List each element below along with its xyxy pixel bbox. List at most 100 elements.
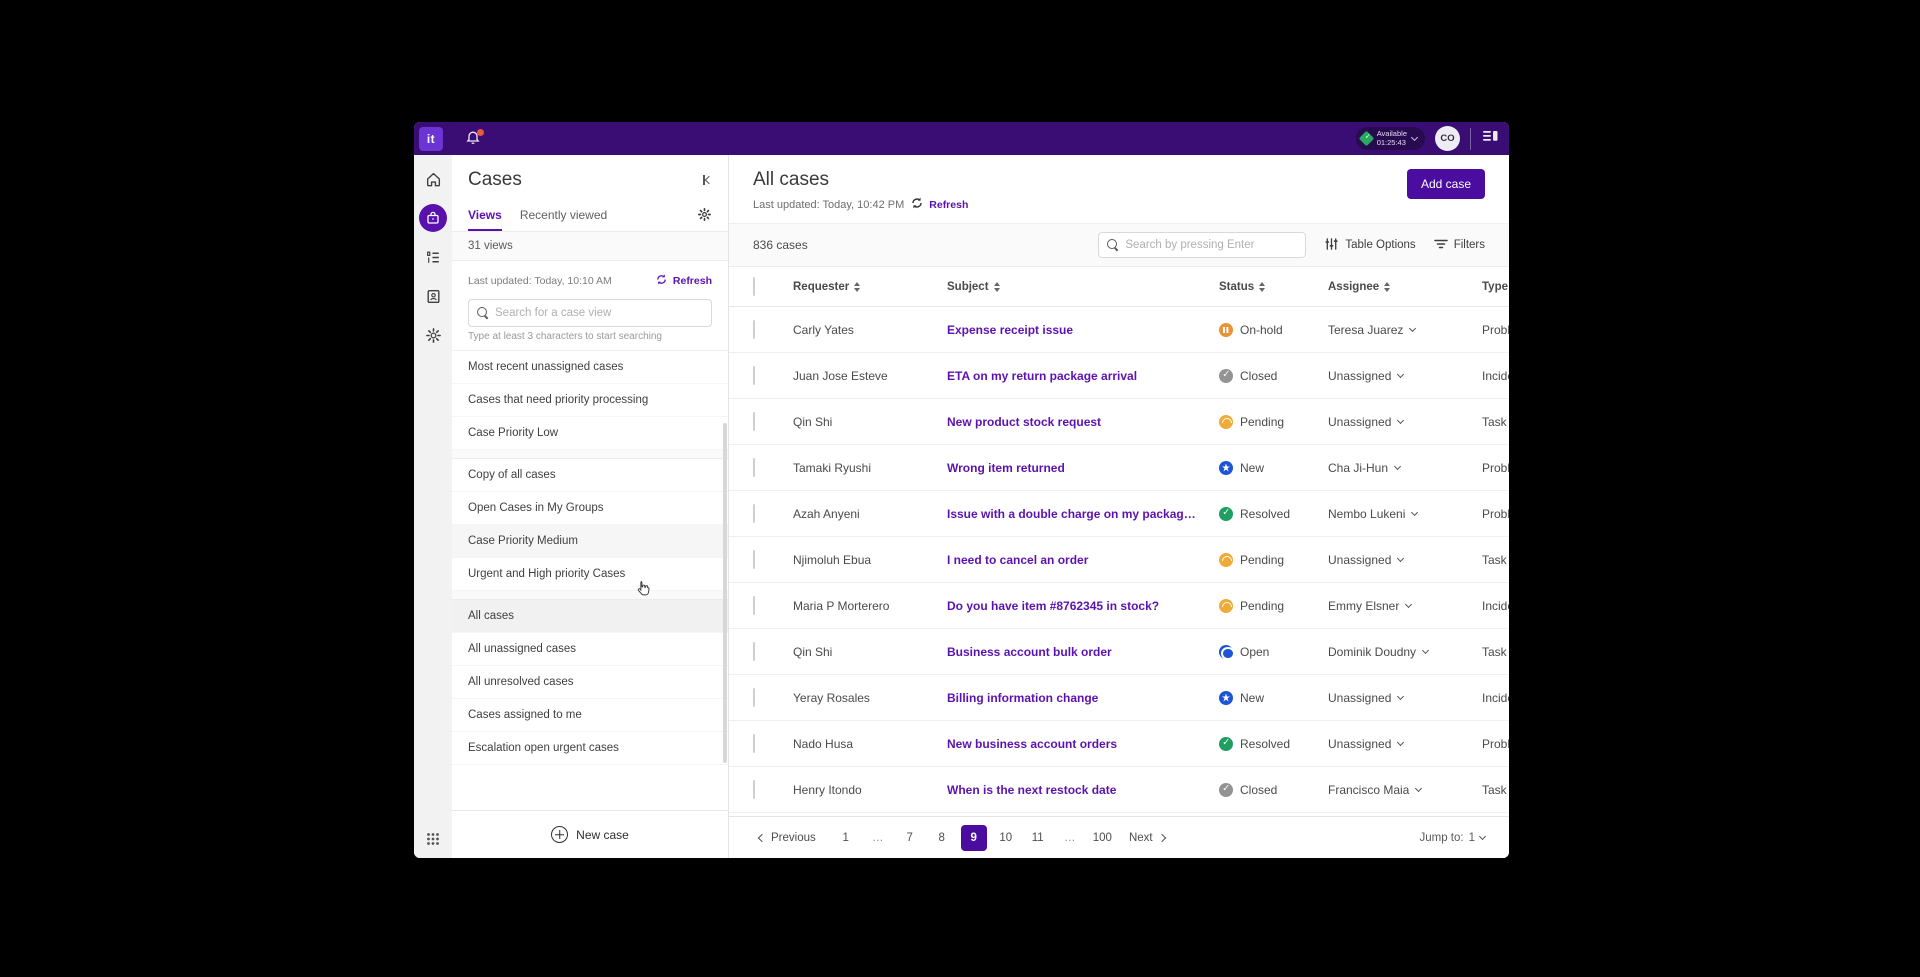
view-item-hovered[interactable]: Case Priority Medium xyxy=(452,525,728,558)
cell-type: Task xyxy=(1482,553,1507,567)
cell-subject-link[interactable]: Wrong item returned xyxy=(947,461,1219,475)
cell-subject-link[interactable]: When is the next restock date xyxy=(947,783,1219,797)
status-icon xyxy=(1219,369,1233,383)
page-button[interactable]: 10 xyxy=(993,825,1019,851)
row-checkbox[interactable] xyxy=(753,596,755,615)
table-options-button[interactable]: Table Options xyxy=(1324,237,1415,254)
views-settings-button[interactable] xyxy=(697,207,712,227)
page-button-active[interactable]: 9 xyxy=(961,825,987,851)
table-row: Qin Shi Business account bulk order Open… xyxy=(729,629,1509,675)
views-scrollbar[interactable] xyxy=(723,423,727,763)
table-header: Requester Subject Status Assignee Type xyxy=(729,267,1509,307)
view-item-selected[interactable]: All cases xyxy=(452,600,728,633)
views-refresh-label: Refresh xyxy=(673,275,712,287)
rail-contacts[interactable] xyxy=(419,282,447,310)
page-button[interactable]: 100 xyxy=(1089,825,1116,851)
page-button[interactable]: 8 xyxy=(929,825,955,851)
view-item[interactable]: Urgent and High priority Cases xyxy=(452,558,728,591)
cell-subject-link[interactable]: I need to cancel an order xyxy=(947,553,1219,567)
cell-assignee-dropdown[interactable]: Unassigned xyxy=(1328,691,1482,705)
apps-grid-button[interactable] xyxy=(426,832,440,846)
cell-subject-link[interactable]: Do you have item #8762345 in stock? xyxy=(947,599,1219,613)
col-header-requester[interactable]: Requester xyxy=(793,281,947,293)
page-button[interactable]: 7 xyxy=(897,825,923,851)
views-list: Most recent unassigned cases Cases that … xyxy=(452,350,728,810)
plus-icon xyxy=(551,826,568,843)
cell-assignee-dropdown[interactable]: Unassigned xyxy=(1328,737,1482,751)
collapse-panel-button[interactable] xyxy=(703,175,712,185)
cell-assignee-dropdown[interactable]: Teresa Juarez xyxy=(1328,323,1482,337)
row-checkbox[interactable] xyxy=(753,734,755,753)
view-item[interactable]: Cases that need priority processing xyxy=(452,384,728,417)
cell-type: Task xyxy=(1482,415,1507,429)
view-item[interactable]: Cases assigned to me xyxy=(452,699,728,732)
row-checkbox[interactable] xyxy=(753,320,755,339)
cell-assignee-dropdown[interactable]: Unassigned xyxy=(1328,369,1482,383)
view-search-input[interactable] xyxy=(495,307,703,319)
row-checkbox[interactable] xyxy=(753,780,755,799)
row-checkbox[interactable] xyxy=(753,412,755,431)
chevron-down-icon xyxy=(1394,462,1401,469)
availability-selector[interactable]: Available 01:25:43 xyxy=(1356,127,1425,150)
sort-icon xyxy=(1384,282,1390,292)
tab-recently-viewed[interactable]: Recently viewed xyxy=(520,208,607,231)
cell-assignee-dropdown[interactable]: Dominik Doudny xyxy=(1328,645,1482,659)
status-icon xyxy=(1219,323,1233,337)
app-logo[interactable]: it xyxy=(419,127,443,151)
avatar[interactable]: CO xyxy=(1435,126,1460,151)
row-checkbox[interactable] xyxy=(753,504,755,523)
filters-button[interactable]: Filters xyxy=(1434,238,1485,253)
view-item[interactable]: Open Cases in My Groups xyxy=(452,492,728,525)
rail-settings[interactable] xyxy=(419,321,447,349)
view-item[interactable]: Escalation open urgent cases xyxy=(452,732,728,765)
cell-assignee-dropdown[interactable]: Unassigned xyxy=(1328,553,1482,567)
cell-assignee-dropdown[interactable]: Emmy Elsner xyxy=(1328,599,1482,613)
cell-assignee-dropdown[interactable]: Francisco Maia xyxy=(1328,783,1482,797)
cell-subject-link[interactable]: Business account bulk order xyxy=(947,645,1219,659)
rail-cases[interactable] xyxy=(419,204,447,232)
view-item[interactable]: All unresolved cases xyxy=(452,666,728,699)
page-button[interactable]: 1 xyxy=(833,825,859,851)
cell-subject-link[interactable]: New business account orders xyxy=(947,737,1219,751)
cell-subject-link[interactable]: Expense receipt issue xyxy=(947,323,1219,337)
cell-subject-link[interactable]: ETA on my return package arrival xyxy=(947,369,1219,383)
view-item[interactable]: Most recent unassigned cases xyxy=(452,351,728,384)
cases-refresh-button[interactable]: Refresh xyxy=(910,196,968,213)
pagination-next[interactable]: Next xyxy=(1129,832,1165,844)
filters-label: Filters xyxy=(1454,239,1485,251)
add-case-button[interactable]: Add case xyxy=(1407,169,1485,199)
tab-views[interactable]: Views xyxy=(468,208,502,231)
row-checkbox[interactable] xyxy=(753,366,755,385)
jump-to-dropdown[interactable]: Jump to: 1 xyxy=(1419,832,1485,844)
view-item[interactable]: All unassigned cases xyxy=(452,633,728,666)
view-item[interactable]: Case Priority Low xyxy=(452,417,728,450)
cell-assignee-dropdown[interactable]: Unassigned xyxy=(1328,415,1482,429)
page-button[interactable]: 11 xyxy=(1025,825,1051,851)
select-all-checkbox[interactable] xyxy=(753,277,755,296)
view-item[interactable]: Copy of all cases xyxy=(452,459,728,492)
col-header-assignee[interactable]: Assignee xyxy=(1328,281,1482,293)
rail-home[interactable] xyxy=(419,165,447,193)
cell-subject-link[interactable]: New product stock request xyxy=(947,415,1219,429)
cell-subject-link[interactable]: Billing information change xyxy=(947,691,1219,705)
col-header-status[interactable]: Status xyxy=(1219,281,1328,293)
col-header-subject[interactable]: Subject xyxy=(947,281,1219,293)
pagination-previous[interactable]: Previous xyxy=(759,832,816,844)
panels-button[interactable] xyxy=(1481,128,1499,149)
row-checkbox[interactable] xyxy=(753,642,755,661)
cell-subject-link[interactable]: Issue with a double charge on my package… xyxy=(947,507,1219,521)
row-checkbox[interactable] xyxy=(753,458,755,477)
table-row: Tamaki Ryushi Wrong item returned New Ch… xyxy=(729,445,1509,491)
row-checkbox[interactable] xyxy=(753,688,755,707)
cell-assignee-dropdown[interactable]: Nembo Lukeni xyxy=(1328,507,1482,521)
cases-table: Requester Subject Status Assignee Type C… xyxy=(729,267,1509,816)
cell-assignee-dropdown[interactable]: Cha Ji-Hun xyxy=(1328,461,1482,475)
case-search-input[interactable] xyxy=(1125,239,1297,251)
row-checkbox[interactable] xyxy=(753,550,755,569)
new-case-button[interactable]: New case xyxy=(551,826,629,843)
notifications-button[interactable] xyxy=(465,130,483,148)
rail-queues[interactable] xyxy=(419,243,447,271)
cell-requester: Carly Yates xyxy=(793,323,947,337)
col-header-type[interactable]: Type xyxy=(1482,281,1509,293)
views-refresh-button[interactable]: Refresh xyxy=(655,273,712,289)
